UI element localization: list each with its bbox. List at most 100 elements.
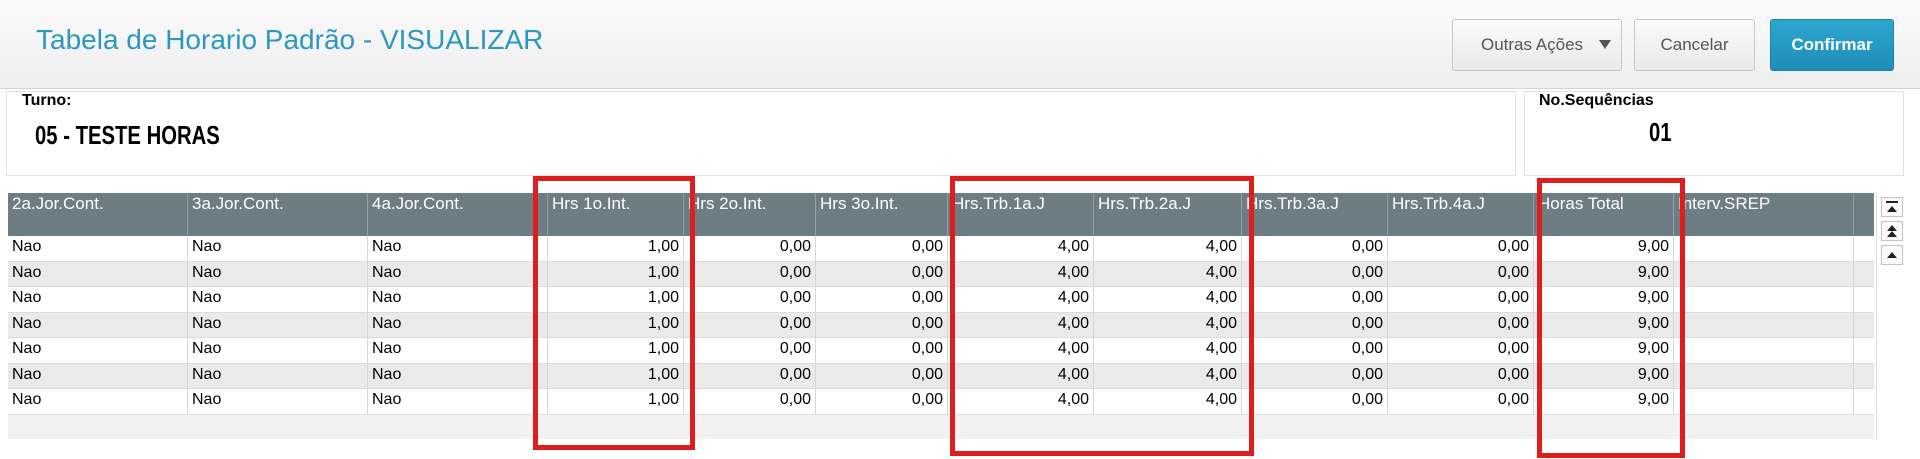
- table-cell: Nao: [188, 363, 368, 388]
- column-header[interactable]: Hrs 3o.Int.: [816, 193, 948, 236]
- table-cell: 0,00: [1242, 363, 1388, 388]
- table-cell: Nao: [8, 236, 188, 261]
- dropdown-arrow-icon: [1599, 40, 1611, 49]
- table-cell: 0,00: [816, 287, 948, 312]
- sequencias-panel: No.Sequências 01: [1524, 91, 1904, 176]
- table-cell: 4,00: [948, 261, 1094, 286]
- table-cell: 0,00: [1242, 389, 1388, 414]
- table-cell: 0,00: [1242, 236, 1388, 261]
- column-header[interactable]: 2a.Jor.Cont.: [8, 193, 188, 236]
- table-cell: 0,00: [1388, 363, 1534, 388]
- table-cell: Nao: [188, 261, 368, 286]
- table-cell: 0,00: [684, 236, 816, 261]
- table-cell: 9,00: [1534, 261, 1674, 286]
- table-cell: 4,00: [948, 389, 1094, 414]
- table-cell: Nao: [8, 338, 188, 363]
- line-up-icon[interactable]: [1881, 245, 1903, 265]
- table-row[interactable]: Nao Nao Nao 1,00 0,00 0,00 4,00 4,00 0,00 0,00 9,0…: [8, 261, 1874, 287]
- cancel-button[interactable]: Cancelar: [1634, 19, 1755, 71]
- table-cell: 0,00: [1388, 287, 1534, 312]
- table-cell: 0,00: [1242, 287, 1388, 312]
- table-cell: [1674, 312, 1854, 337]
- table-cell: Nao: [368, 287, 548, 312]
- column-header[interactable]: Hrs.Trb.1a.J: [948, 193, 1094, 236]
- table-row[interactable]: Nao Nao Nao 1,00 0,00 0,00 4,00 4,00 0,00 0,00 9,0…: [8, 338, 1874, 364]
- column-header[interactable]: Hrs 1o.Int.: [548, 193, 684, 236]
- grid-scrollbar[interactable]: [1876, 193, 1907, 439]
- table-cell: 4,00: [948, 312, 1094, 337]
- table-cell: 0,00: [816, 389, 948, 414]
- table-cell: 0,00: [1388, 389, 1534, 414]
- table-cell: Nao: [8, 287, 188, 312]
- table-cell: 0,00: [1242, 312, 1388, 337]
- sequencias-label: No.Sequências: [1539, 92, 1654, 109]
- table-cell: 0,00: [1388, 338, 1534, 363]
- table-cell: Nao: [368, 363, 548, 388]
- table-cell: 9,00: [1534, 338, 1674, 363]
- column-header[interactable]: 3a.Jor.Cont.: [188, 193, 368, 236]
- turno-label: Turno:: [22, 92, 72, 109]
- table-cell: Nao: [368, 338, 548, 363]
- table-row[interactable]: Nao Nao Nao 1,00 0,00 0,00 4,00 4,00 0,00 0,00 9,0…: [8, 312, 1874, 338]
- table-cell: [1674, 363, 1854, 388]
- table-cell: Nao: [188, 338, 368, 363]
- table-cell: 1,00: [548, 312, 684, 337]
- table-cell: 0,00: [816, 338, 948, 363]
- table-cell: 4,00: [1094, 287, 1242, 312]
- table-cell: Nao: [368, 236, 548, 261]
- table-cell: 0,00: [816, 312, 948, 337]
- table-cell: 4,00: [1094, 338, 1242, 363]
- table-cell: 0,00: [684, 261, 816, 286]
- table-cell: 9,00: [1534, 236, 1674, 261]
- table-cell: [1674, 236, 1854, 261]
- table-cell: [1674, 389, 1854, 414]
- table-cell: Nao: [368, 261, 548, 286]
- grid-body: Nao Nao Nao 1,00 0,00 0,00 4,00 4,00 0,00 0,00 9,0…: [8, 236, 1874, 415]
- table-cell: 4,00: [1094, 261, 1242, 286]
- table-cell: 1,00: [548, 363, 684, 388]
- table-cell: Nao: [8, 389, 188, 414]
- table-cell: 1,00: [548, 236, 684, 261]
- table-cell: 9,00: [1534, 389, 1674, 414]
- table-cell: 9,00: [1534, 312, 1674, 337]
- column-header[interactable]: Hrs.Trb.3a.J: [1242, 193, 1388, 236]
- table-cell: 4,00: [1094, 363, 1242, 388]
- table-cell: Nao: [188, 236, 368, 261]
- column-header[interactable]: Hrs 2o.Int.: [684, 193, 816, 236]
- turno-value: 05 - TESTE HORAS: [35, 120, 220, 150]
- column-header[interactable]: 4a.Jor.Cont.: [368, 193, 548, 236]
- table-cell: Nao: [368, 312, 548, 337]
- column-header[interactable]: Hrs.Trb.2a.J: [1094, 193, 1242, 236]
- confirm-button[interactable]: Confirmar: [1770, 19, 1894, 71]
- table-cell: 0,00: [1388, 312, 1534, 337]
- table-cell: 1,00: [548, 261, 684, 286]
- page-up-icon[interactable]: [1881, 221, 1903, 241]
- table-cell: 0,00: [816, 363, 948, 388]
- table-cell: 4,00: [948, 363, 1094, 388]
- column-header[interactable]: Interv.SREP: [1674, 193, 1854, 236]
- table-cell: 9,00: [1534, 287, 1674, 312]
- other-actions-button[interactable]: Outras Ações: [1452, 19, 1622, 71]
- table-cell: 4,00: [1094, 389, 1242, 414]
- table-cell: [1674, 287, 1854, 312]
- table-cell: 1,00: [548, 287, 684, 312]
- table-cell: Nao: [8, 363, 188, 388]
- table-cell: 0,00: [1388, 236, 1534, 261]
- table-cell: Nao: [188, 312, 368, 337]
- table-cell: 0,00: [684, 363, 816, 388]
- scroll-top-icon[interactable]: [1881, 197, 1903, 217]
- table-cell: 9,00: [1534, 363, 1674, 388]
- table-row[interactable]: Nao Nao Nao 1,00 0,00 0,00 4,00 4,00 0,00 0,00 9,0…: [8, 287, 1874, 313]
- table-row[interactable]: Nao Nao Nao 1,00 0,00 0,00 4,00 4,00 0,00 0,00 9,0…: [8, 389, 1874, 415]
- table-cell: 0,00: [1388, 261, 1534, 286]
- table-row[interactable]: Nao Nao Nao 1,00 0,00 0,00 4,00 4,00 0,00 0,00 9,0…: [8, 236, 1874, 262]
- table-cell: 4,00: [948, 338, 1094, 363]
- table-row[interactable]: Nao Nao Nao 1,00 0,00 0,00 4,00 4,00 0,00 0,00 9,0…: [8, 363, 1874, 389]
- header-bar: Tabela de Horario Padrão - VISUALIZAR Ou…: [0, 0, 1920, 89]
- table-cell: [1674, 261, 1854, 286]
- column-header[interactable]: Hrs.Trb.4a.J: [1388, 193, 1534, 236]
- table-cell: 0,00: [1242, 338, 1388, 363]
- table-cell: 0,00: [684, 287, 816, 312]
- table-cell: Nao: [188, 287, 368, 312]
- column-header[interactable]: Horas Total: [1534, 193, 1674, 236]
